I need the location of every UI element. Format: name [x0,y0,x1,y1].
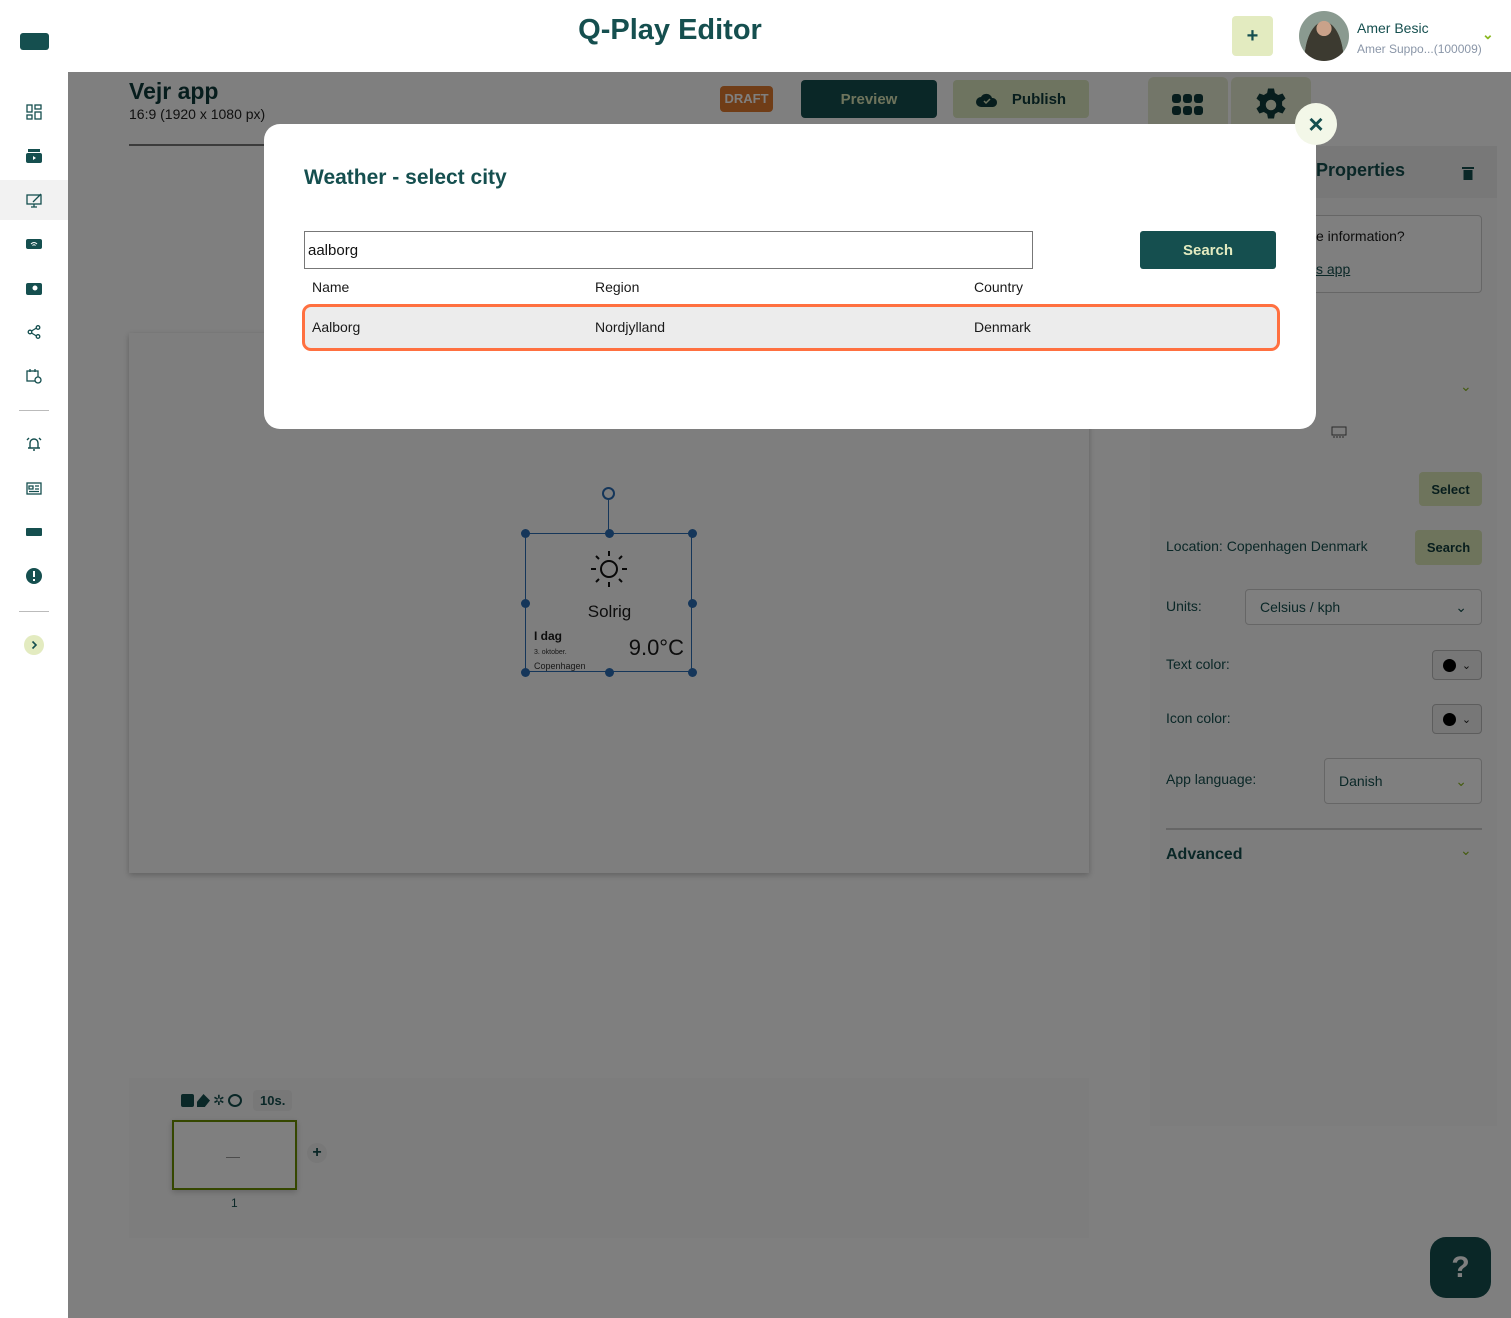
sidebar-item-media[interactable] [0,136,68,176]
sidebar-item-dashboard[interactable] [0,92,68,132]
cell-region: Nordjylland [595,319,666,335]
media-icon [26,149,42,163]
sidebar-item-alerts[interactable] [0,424,68,464]
alarm-bell-icon [26,437,42,451]
sidebar-item-editor[interactable] [0,180,68,220]
column-header-name: Name [312,279,350,295]
table-row[interactable]: Aalborg Nordjylland Denmark [302,304,1280,351]
add-button[interactable]: + [1232,16,1273,56]
user-name[interactable]: Amer Besic [1357,20,1429,36]
share-icon [27,325,41,339]
chevron-down-icon[interactable]: ⌄ [1482,26,1494,43]
sidebar-item-alert[interactable] [0,556,68,596]
city-search-button[interactable]: Search [1140,231,1276,269]
exclamation-icon [26,568,42,584]
sidebar-item-devices[interactable] [0,268,68,308]
sidebar-expand-button[interactable] [0,625,68,665]
sidebar-item-schedule[interactable] [0,356,68,396]
user-org[interactable]: Amer Suppo...(100009) [1357,42,1482,56]
calendar-clock-icon [26,369,42,384]
column-header-region: Region [595,279,640,295]
cell-name: Aalborg [312,319,361,335]
close-button[interactable]: × [1295,103,1337,145]
column-header-country: Country [974,279,1024,295]
top-bar: Q-Play Editor + Amer Besic Amer Suppo...… [0,0,1511,72]
monitor-edit-icon [25,193,42,208]
page-title: Q-Play Editor [578,14,762,46]
wifi-screen-icon [26,239,42,249]
divider [19,611,49,612]
select-city-dialog: Weather - select city Search Name Region… [264,124,1316,429]
avatar[interactable] [1299,11,1349,61]
sidebar-item-share[interactable] [0,312,68,352]
cell-country: Denmark [974,319,1031,335]
chevron-right-icon [24,635,44,655]
city-search-input[interactable] [304,231,1033,269]
dialog-title: Weather - select city [304,166,507,189]
sidebar-item-screens[interactable] [0,224,68,264]
newspaper-icon [26,481,42,495]
sidebar-item-news[interactable] [0,468,68,508]
device-icon [26,282,42,295]
sidebar-item-banner[interactable] [0,512,68,552]
sidebar [0,72,68,1318]
dashboard-icon [26,104,42,120]
divider [19,410,49,411]
rectangle-icon [26,528,42,536]
